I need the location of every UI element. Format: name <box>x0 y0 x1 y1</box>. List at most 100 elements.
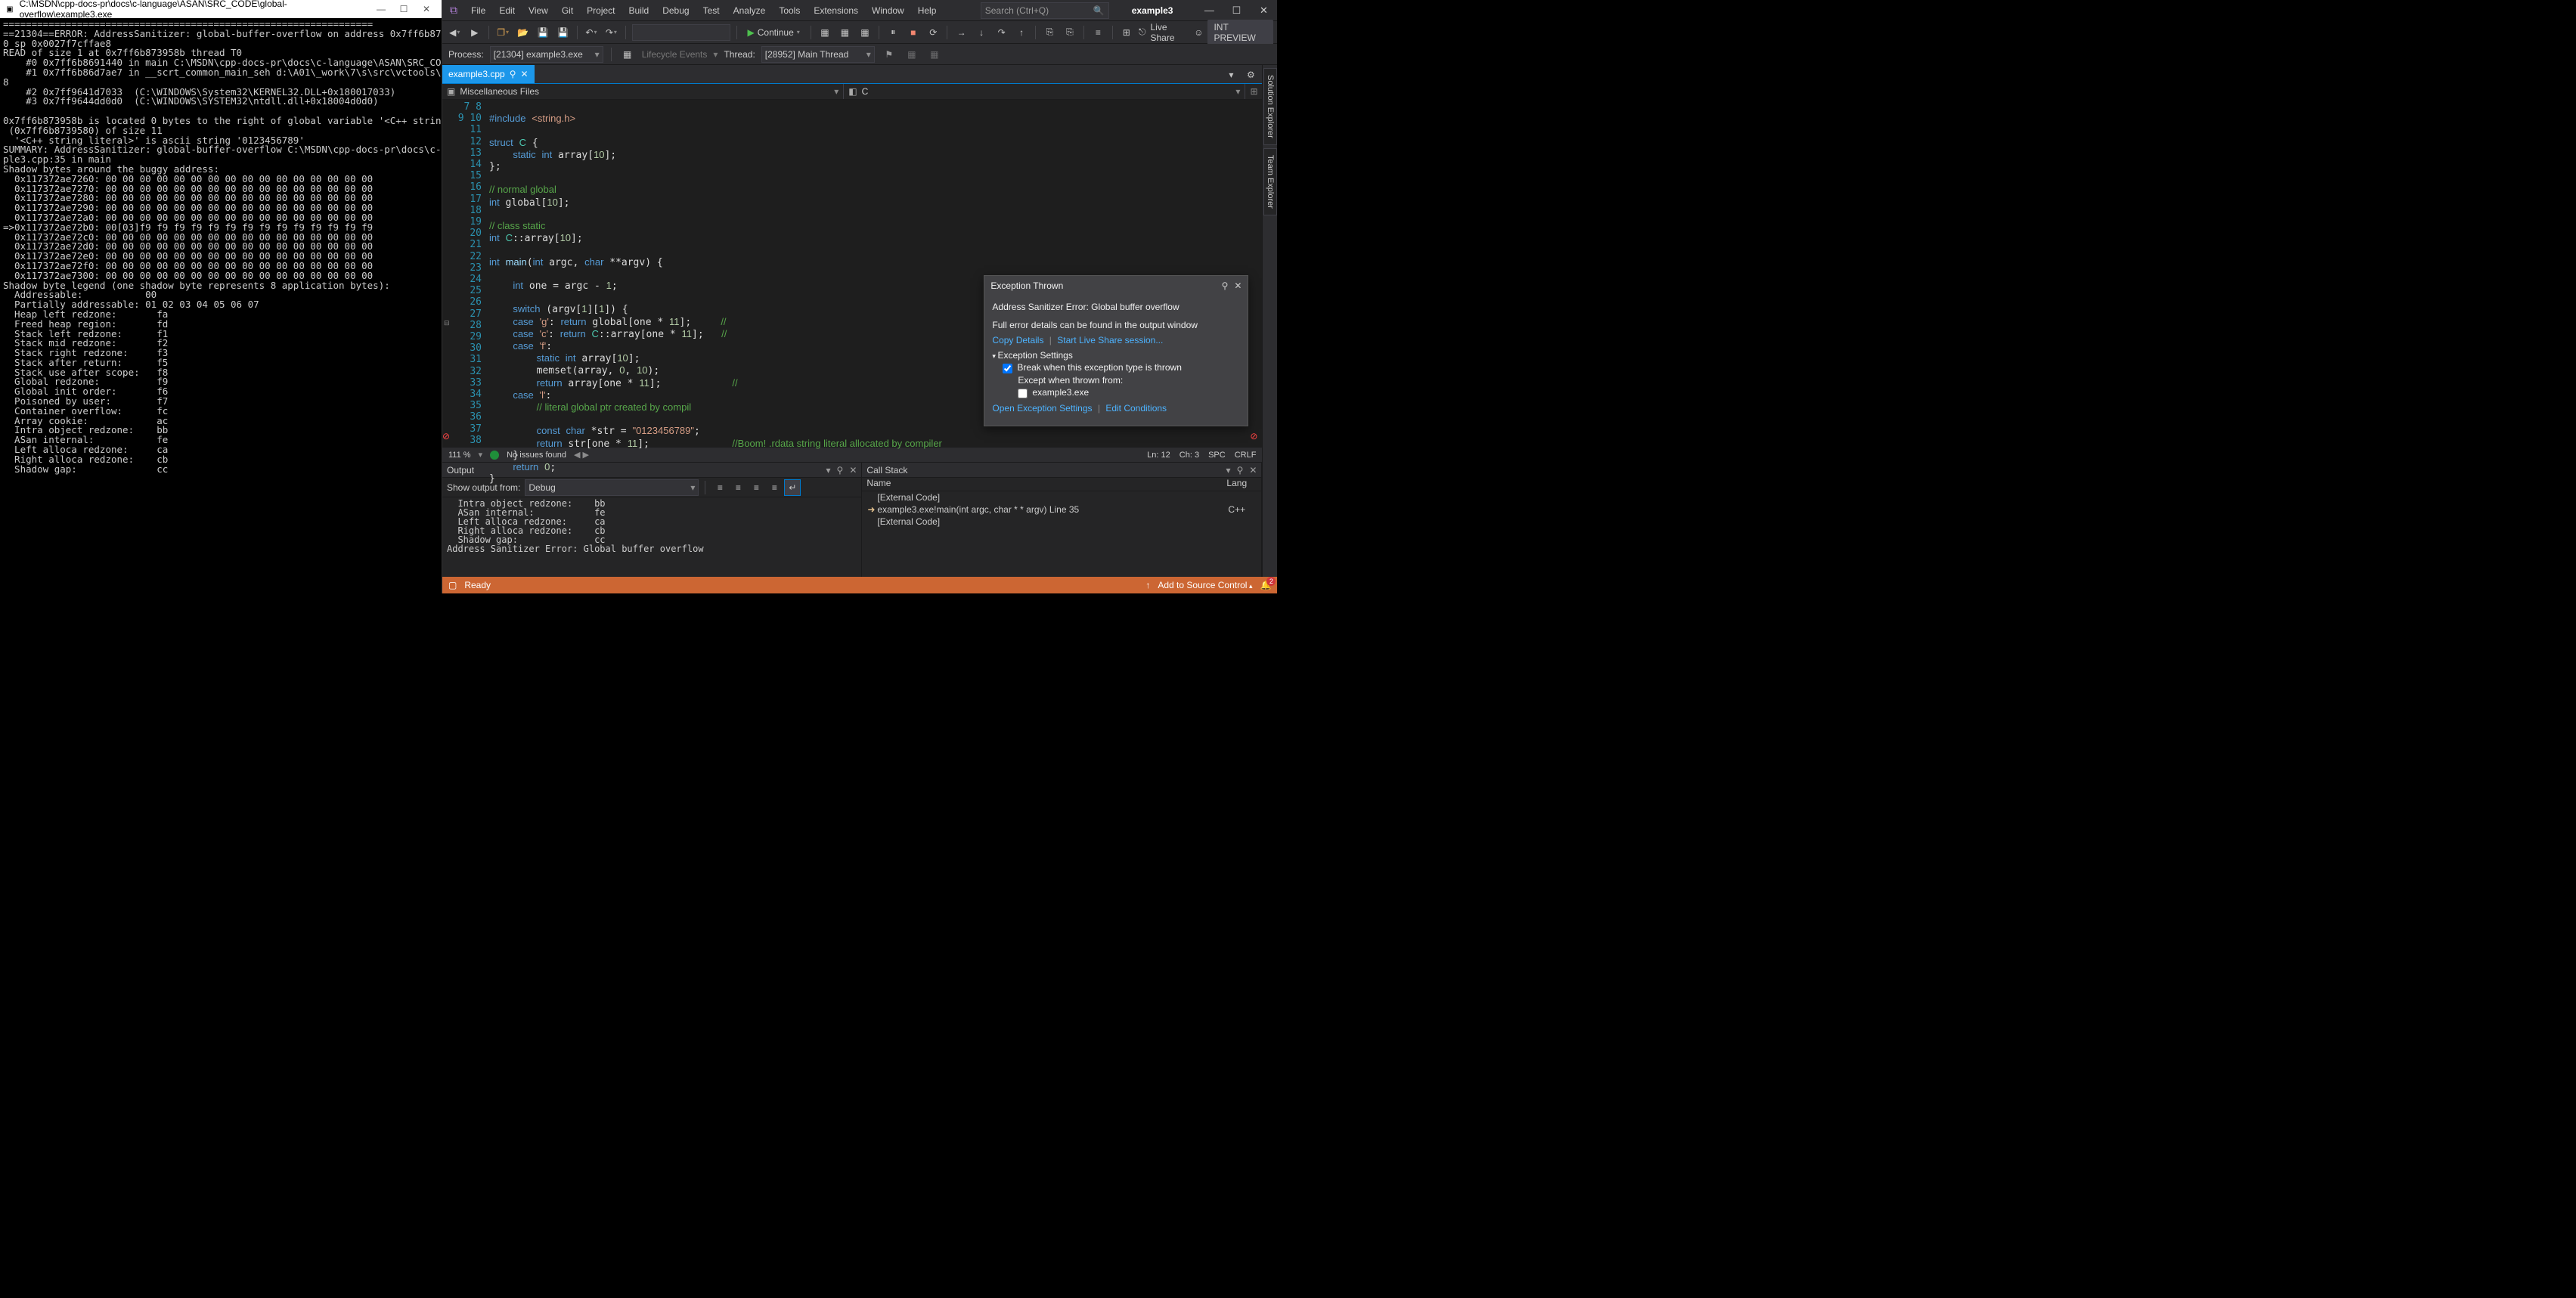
tb-icon-d[interactable]: ⊞ <box>1119 24 1134 41</box>
pause-button[interactable]: ⏸ <box>885 24 901 41</box>
step-into-button[interactable]: ↓ <box>974 24 989 41</box>
source-control-up-icon[interactable]: ↑ <box>1145 580 1150 590</box>
vs-max-button[interactable]: ☐ <box>1223 5 1250 17</box>
add-to-source-control[interactable]: Add to Source Control <box>1158 580 1252 590</box>
console-titlebar[interactable]: ▣ C:\MSDN\cpp-docs-pr\docs\c-language\AS… <box>0 0 442 18</box>
callstack-row[interactable]: [External Code] <box>862 516 1261 528</box>
start-live-share-link[interactable]: Start Live Share session... <box>1057 335 1163 345</box>
zoom-level[interactable]: 111 % <box>448 451 471 460</box>
output-dropdown-button[interactable]: ▾ <box>826 465 831 476</box>
tb-icon-2[interactable]: ▦ <box>837 24 852 41</box>
tb-proc-c[interactable]: ▦ <box>926 46 943 63</box>
doc-tab-example3[interactable]: example3.cpp ⚲ ✕ <box>442 65 535 83</box>
save-button[interactable]: 💾 <box>535 24 550 41</box>
output-wrap-button[interactable]: ↵ <box>784 479 801 496</box>
pin-icon[interactable]: ⚲ <box>510 69 516 79</box>
lifecycle-icon[interactable]: ▦ <box>619 46 636 63</box>
tb-icon-a[interactable]: ⎘ <box>1042 24 1057 41</box>
callstack-dropdown-button[interactable]: ▾ <box>1226 465 1231 476</box>
console-min-button[interactable]: — <box>370 4 392 14</box>
menu-help[interactable]: Help <box>912 2 943 19</box>
back-button[interactable]: ◀ <box>447 24 462 41</box>
vs-close-button[interactable]: ✕ <box>1250 5 1277 17</box>
menu-tools[interactable]: Tools <box>773 2 806 19</box>
int-preview-badge[interactable]: INT PREVIEW <box>1207 20 1273 45</box>
output-close-button[interactable]: ✕ <box>849 465 857 476</box>
caret-col[interactable]: Ch: 3 <box>1180 451 1199 460</box>
menu-analyze[interactable]: Analyze <box>727 2 772 19</box>
restart-button[interactable]: ⟳ <box>925 24 941 41</box>
process-combo[interactable]: [21304] example3.exe▾ <box>490 46 603 63</box>
undo-button[interactable]: ↶ <box>584 24 599 41</box>
menu-window[interactable]: Window <box>866 2 910 19</box>
except-item-input[interactable] <box>1018 389 1028 398</box>
tab-settings-button[interactable]: ⚙ <box>1242 67 1259 83</box>
show-output-from-combo[interactable]: Debug▾ <box>525 479 699 496</box>
forward-button[interactable]: ▶ <box>467 24 482 41</box>
tb-icon-3[interactable]: ▦ <box>857 24 873 41</box>
break-when-checkbox[interactable]: Break when this exception type is thrown <box>1003 362 1240 373</box>
callstack-row[interactable]: ➜example3.exe!main(int argc, char * * ar… <box>862 503 1261 516</box>
continue-button[interactable]: ▶ Continue ▾ <box>743 24 804 41</box>
output-btn-1[interactable]: ≡ <box>711 479 728 496</box>
navbar-scope-combo[interactable]: ▣Miscellaneous Files▾ <box>442 84 844 99</box>
vs-titlebar[interactable]: ⧉ FileEditViewGitProjectBuildDebugTestAn… <box>442 0 1277 21</box>
output-btn-3[interactable]: ≡ <box>748 479 764 496</box>
indent-mode[interactable]: SPC <box>1208 451 1226 460</box>
side-tab-solution-explorer[interactable]: Solution Explorer <box>1263 68 1277 145</box>
new-item-button[interactable]: ❐ <box>495 24 510 41</box>
copy-details-link[interactable]: Copy Details <box>992 335 1043 345</box>
callstack-close-button[interactable]: ✕ <box>1249 465 1257 476</box>
inline-error-icon[interactable]: ⊘ <box>1250 431 1257 441</box>
side-tab-team-explorer[interactable]: Team Explorer <box>1263 148 1277 215</box>
step-over-button[interactable]: ↷ <box>994 24 1009 41</box>
edit-conditions-link[interactable]: Edit Conditions <box>1105 403 1167 414</box>
exception-close-button[interactable]: ✕ <box>1234 280 1242 291</box>
navbar-split-button[interactable]: ⊞ <box>1245 84 1262 99</box>
tb-proc-a[interactable]: ⚑ <box>881 46 897 63</box>
output-btn-2[interactable]: ≡ <box>730 479 746 496</box>
callstack-col-name[interactable]: Name <box>866 478 1226 491</box>
tb-icon-1[interactable]: ▦ <box>817 24 832 41</box>
solution-config-combo[interactable] <box>632 24 730 41</box>
feedback-icon[interactable]: ☺ <box>1194 27 1203 38</box>
redo-button[interactable]: ↷ <box>603 24 618 41</box>
exception-pin-button[interactable]: ⚲ <box>1222 280 1229 291</box>
callstack-pin-button[interactable]: ⚲ <box>1237 465 1244 476</box>
break-when-input[interactable] <box>1003 364 1012 373</box>
save-all-button[interactable]: 💾 <box>555 24 570 41</box>
menu-project[interactable]: Project <box>581 2 621 19</box>
navbar-class-combo[interactable]: ◧C▾ <box>844 84 1245 99</box>
console-output[interactable]: ========================================… <box>0 18 442 593</box>
menu-git[interactable]: Git <box>556 2 579 19</box>
vs-search-box[interactable]: Search (Ctrl+Q) 🔍 <box>981 2 1109 19</box>
console-close-button[interactable]: ✕ <box>416 4 437 14</box>
tb-icon-b[interactable]: ⎘ <box>1062 24 1077 41</box>
menu-file[interactable]: File <box>465 2 491 19</box>
menu-build[interactable]: Build <box>623 2 656 19</box>
output-btn-4[interactable]: ≡ <box>766 479 783 496</box>
tb-icon-c[interactable]: ≡ <box>1090 24 1105 41</box>
close-icon[interactable]: ✕ <box>521 69 529 79</box>
open-button[interactable]: 📂 <box>515 24 530 41</box>
error-glyph-icon[interactable]: ⊘ <box>442 431 450 441</box>
caret-line[interactable]: Ln: 12 <box>1147 451 1170 460</box>
show-next-statement-button[interactable]: → <box>953 24 969 41</box>
thread-combo[interactable]: [28952] Main Thread▾ <box>761 46 875 63</box>
callstack-col-lang[interactable]: Lang <box>1226 478 1257 491</box>
notifications-bell[interactable]: 🔔2 <box>1260 580 1271 590</box>
menu-extensions[interactable]: Extensions <box>808 2 864 19</box>
menu-test[interactable]: Test <box>697 2 726 19</box>
tab-dropdown-button[interactable]: ▾ <box>1223 67 1239 83</box>
menu-debug[interactable]: Debug <box>656 2 695 19</box>
exception-settings-header[interactable]: Exception Settings <box>992 350 1240 361</box>
stop-button[interactable]: ■ <box>906 24 921 41</box>
callstack-row[interactable]: [External Code] <box>862 491 1261 503</box>
menu-edit[interactable]: Edit <box>493 2 521 19</box>
tb-proc-b[interactable]: ▦ <box>904 46 920 63</box>
except-item-checkbox[interactable]: example3.exe <box>1018 387 1240 398</box>
output-text[interactable]: Intra object redzone: bb ASan internal: … <box>442 497 861 577</box>
output-pin-button[interactable]: ⚲ <box>837 465 844 476</box>
callstack-rows[interactable]: [External Code]➜example3.exe!main(int ar… <box>862 491 1261 577</box>
outlining-toggle-icon[interactable]: ⊟ <box>444 319 450 327</box>
